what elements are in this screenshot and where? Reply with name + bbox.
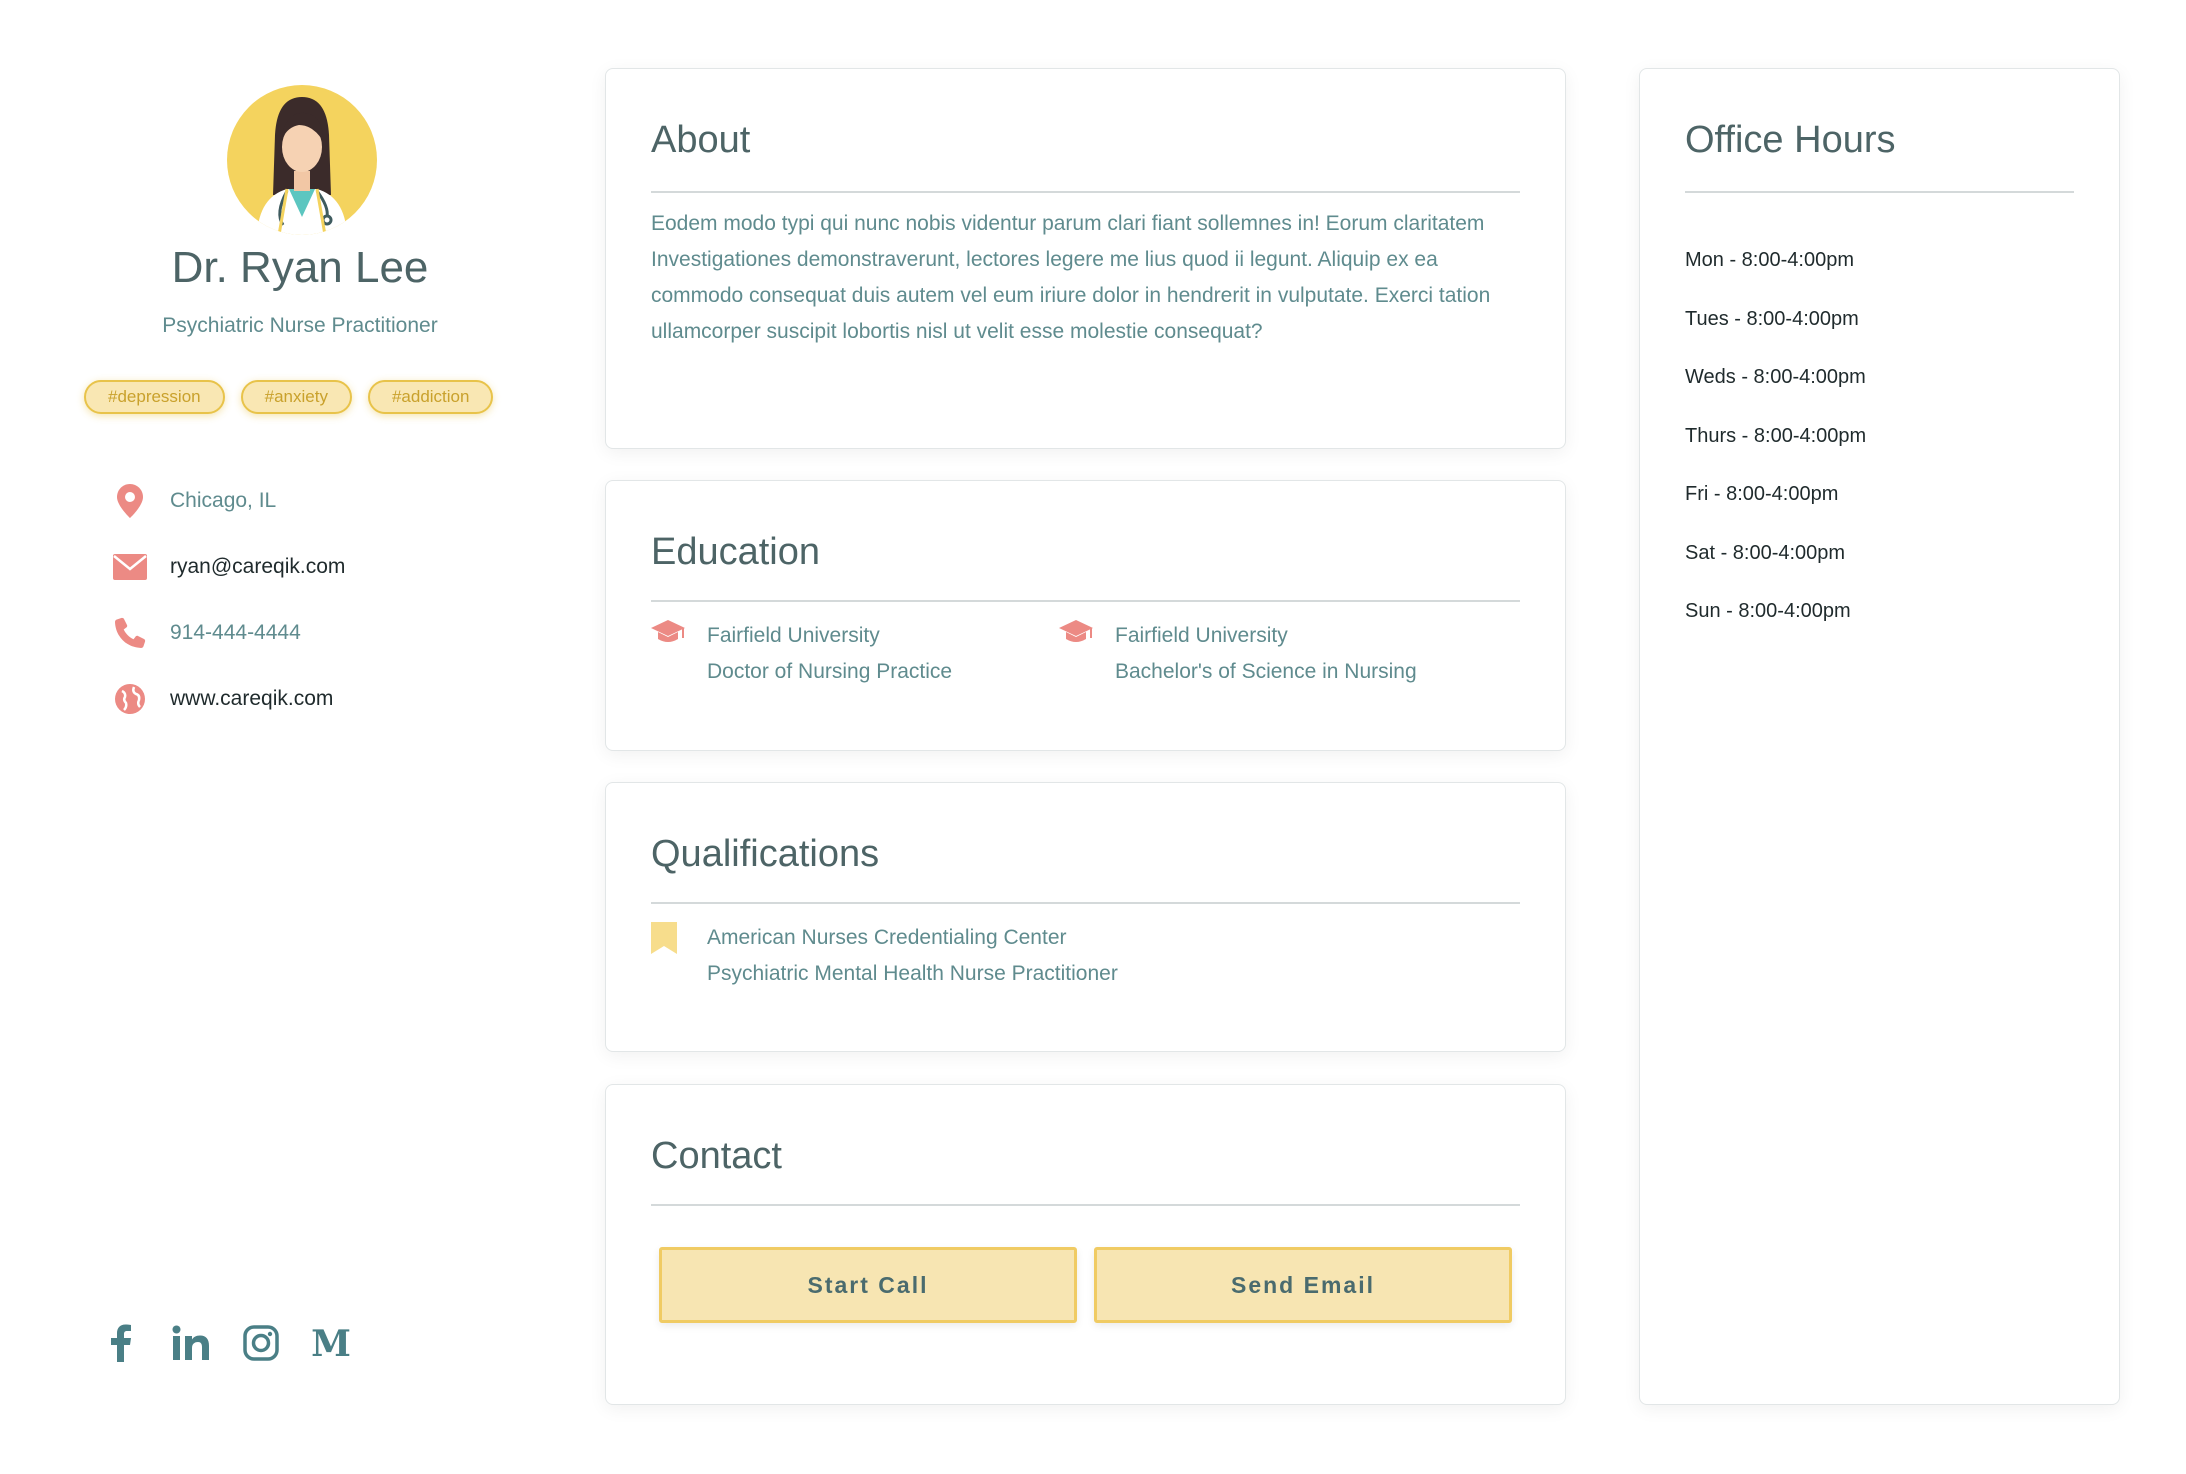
office-hours-row: Fri - 8:00-4:00pm (1685, 483, 1839, 505)
contact-divider (651, 1204, 1520, 1206)
phone-link[interactable]: 914-444-4444 (170, 621, 301, 645)
qualification-item: American Nurses Credentialing Center Psy… (651, 920, 1118, 992)
office-hours-row: Tues - 8:00-4:00pm (1685, 307, 1859, 330)
contact-website: www.careqik.com (112, 666, 345, 732)
linkedin-icon[interactable] (170, 1322, 212, 1364)
office-hours-row: Sat - 8:00-4:00pm (1685, 541, 1846, 564)
contact-heading: Contact (651, 1135, 782, 1177)
office-hours-divider (1685, 191, 2074, 193)
bookmark-icon (651, 920, 691, 992)
education-heading: Education (651, 531, 821, 573)
envelope-icon (112, 549, 148, 585)
contact-card: Contact Start Call Send Email (605, 1084, 1566, 1405)
social-links: M (100, 1322, 352, 1364)
contact-phone: 914-444-4444 (112, 600, 345, 666)
website-link[interactable]: www.careqik.com (170, 687, 333, 711)
office-hours-heading: Office Hours (1685, 119, 1896, 161)
about-card: About Eodem modo typi qui nunc nobis vid… (605, 68, 1566, 449)
about-heading: About (651, 119, 751, 161)
education-item: Fairfield University Bachelor's of Scien… (1059, 618, 1417, 690)
contact-location: Chicago, IL (112, 468, 345, 534)
office-hours-row: Sun - 8:00-4:00pm (1685, 600, 1851, 622)
education-degree: Doctor of Nursing Practice (707, 660, 953, 683)
about-divider (651, 191, 1520, 193)
education-item: Fairfield University Doctor of Nursing P… (651, 618, 952, 690)
contact-email: ryan@careqik.com (112, 534, 345, 600)
qualification-org: American Nurses Credentialing Center (707, 926, 1067, 949)
education-divider (651, 600, 1520, 602)
location-pin-icon (112, 483, 148, 519)
education-degree: Bachelor's of Science in Nursing (1115, 660, 1417, 683)
specialty-tags: #depression #anxiety #addiction (84, 380, 494, 414)
office-hours-row: Weds - 8:00-4:00pm (1685, 366, 1866, 388)
medium-icon[interactable]: M (310, 1322, 352, 1364)
qualifications-card: Qualifications American Nurses Credentia… (605, 782, 1566, 1052)
tag-anxiety[interactable]: #anxiety (240, 380, 352, 414)
office-hours-row: Thurs - 8:00-4:00pm (1685, 424, 1867, 447)
office-hours-list: Mon - 8:00-4:00pm Tues - 8:00-4:00pm Wed… (1685, 249, 1866, 659)
education-school: Fairfield University (1115, 624, 1288, 647)
tag-addiction[interactable]: #addiction (367, 380, 494, 414)
instagram-icon[interactable] (240, 1322, 282, 1364)
education-school: Fairfield University (707, 624, 880, 647)
graduation-cap-icon (1059, 618, 1099, 690)
contact-info-list: Chicago, IL ryan@careqik.com 914-444-444… (112, 468, 345, 732)
profile-sidebar: Dr. Ryan Lee Psychiatric Nurse Practitio… (0, 0, 600, 1474)
send-email-button[interactable]: Send Email (1094, 1247, 1512, 1323)
location-text: Chicago, IL (170, 489, 277, 512)
office-hours-row: Mon - 8:00-4:00pm (1685, 249, 1854, 271)
qualification-cert: Psychiatric Mental Health Nurse Practiti… (707, 962, 1118, 985)
start-call-button[interactable]: Start Call (659, 1247, 1077, 1323)
education-card: Education Fairfield University Doctor of… (605, 480, 1566, 751)
doctor-title: Psychiatric Nurse Practitioner (162, 314, 438, 337)
graduation-cap-icon (651, 618, 691, 690)
office-hours-card: Office Hours Mon - 8:00-4:00pm Tues - 8:… (1639, 68, 2120, 1405)
facebook-icon[interactable] (100, 1322, 142, 1364)
globe-icon (112, 681, 148, 717)
phone-icon (112, 615, 148, 651)
about-text: Eodem modo typi qui nunc nobis videntur … (651, 212, 1491, 343)
svg-text:M: M (311, 1326, 351, 1360)
email-link[interactable]: ryan@careqik.com (170, 555, 345, 579)
tag-depression[interactable]: #depression (84, 380, 225, 414)
avatar (227, 85, 377, 235)
qualifications-divider (651, 902, 1520, 904)
qualifications-heading: Qualifications (651, 833, 880, 875)
doctor-name: Dr. Ryan Lee (171, 243, 429, 292)
